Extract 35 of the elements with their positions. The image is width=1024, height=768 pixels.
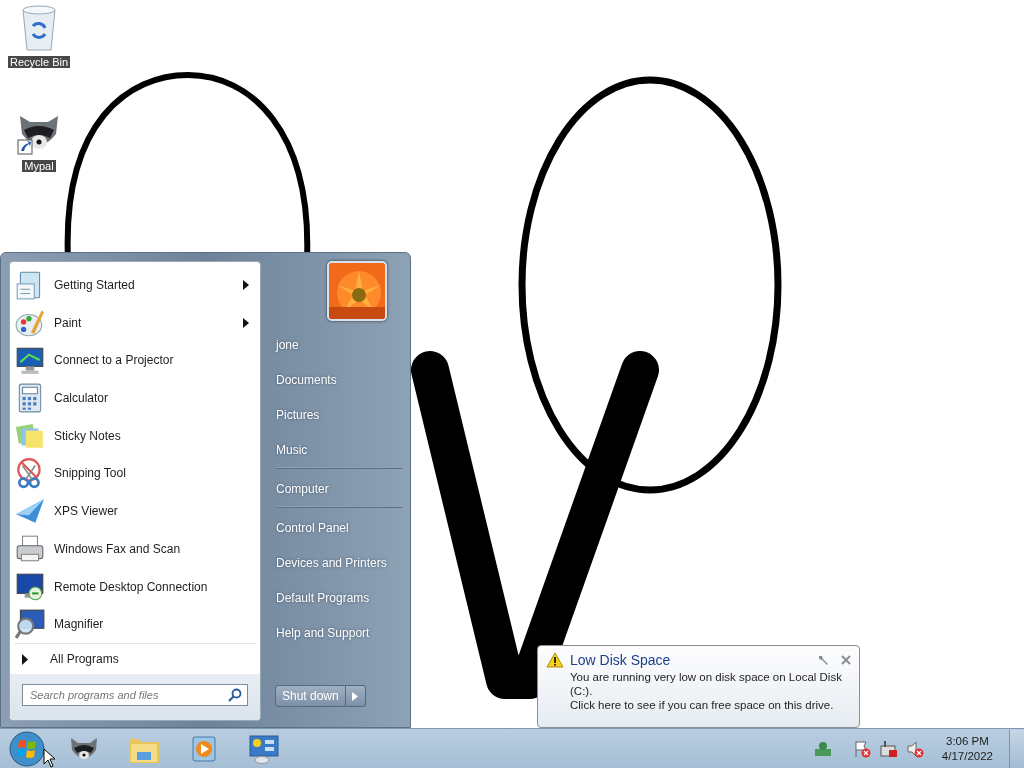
program-item[interactable]: Connect to a Projector xyxy=(10,341,260,380)
magnifier-icon xyxy=(14,608,46,641)
notification-message: Click here to see if you can free space on this drive. xyxy=(570,698,835,712)
program-item[interactable]: Sticky Notes xyxy=(10,416,260,455)
speaker-muted-icon[interactable] xyxy=(905,739,924,758)
raccoon-icon[interactable] xyxy=(69,735,99,762)
program-item[interactable]: Calculator xyxy=(10,379,260,417)
icon-label: Recycle Bin xyxy=(7,56,71,68)
notification-message: You are running very low on disk space on Local Disk (C:). xyxy=(570,670,843,698)
program-item[interactable]: Windows Fax and Scan xyxy=(10,530,260,568)
program-item[interactable]: Remote Desktop Connection xyxy=(10,567,260,606)
program-item[interactable]: Magnifier xyxy=(10,605,260,644)
search-icon xyxy=(228,688,242,703)
notification-balloon[interactable]: Low Disk Space You are running very low on disk space on Local Disk (C:). Click here to see if you can free space on this drive. xyxy=(537,645,860,728)
start-button[interactable] xyxy=(9,730,45,767)
media-player-icon[interactable] xyxy=(190,734,218,763)
expand-arrow-icon xyxy=(22,653,28,665)
search-field[interactable]: Search programs and files xyxy=(22,684,248,707)
program-item[interactable]: Paint xyxy=(10,303,260,342)
clock[interactable]: 3:06 PM 4/17/2022 xyxy=(931,733,1001,764)
program-item[interactable]: Snipping Tool xyxy=(10,454,260,493)
control-panel-icon[interactable] xyxy=(248,733,280,764)
cursor-icon xyxy=(43,748,57,768)
caret-icon xyxy=(352,691,359,701)
icon-label: Mypal xyxy=(22,160,56,172)
all-programs-item[interactable]: All Programs xyxy=(10,644,260,675)
flag-error-icon[interactable] xyxy=(853,739,872,758)
program-item[interactable]: XPS Viewer xyxy=(10,492,260,531)
notification-title: Low Disk Space xyxy=(570,652,672,668)
close-icon[interactable] xyxy=(841,655,851,665)
program-item[interactable]: Getting Started xyxy=(10,266,260,304)
wrench-icon[interactable] xyxy=(817,654,829,666)
network-icon[interactable] xyxy=(813,740,832,757)
warning-icon xyxy=(546,652,564,668)
shut-down-options-button[interactable] xyxy=(345,685,366,707)
